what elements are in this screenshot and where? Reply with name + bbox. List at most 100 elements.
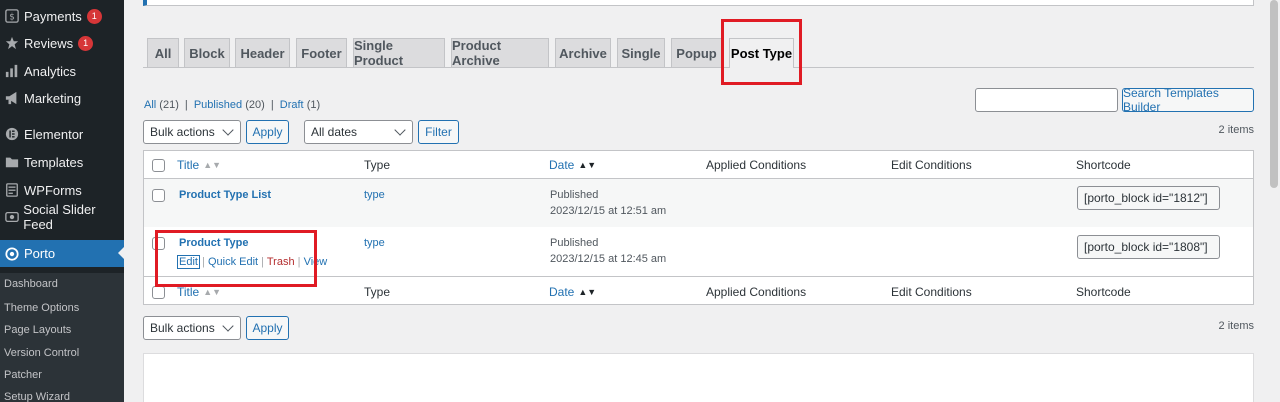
column-title-label: Title xyxy=(177,158,200,172)
submenu-item-setup-wizard[interactable]: Setup Wizard xyxy=(4,391,70,402)
sidebar-item-label: Porto xyxy=(24,246,56,261)
select-all-checkbox[interactable] xyxy=(152,159,165,172)
search-input[interactable] xyxy=(975,88,1118,112)
sidebar-item-label: Reviews xyxy=(24,35,74,51)
sidebar-item-label: WPForms xyxy=(24,182,82,198)
filter-all-count: (21) xyxy=(159,99,179,111)
bulk-actions-select[interactable]: Bulk actions xyxy=(143,120,241,144)
content-panel xyxy=(143,353,1254,402)
row-status: Published xyxy=(550,189,599,201)
apply-button-bottom[interactable]: Apply xyxy=(246,316,289,340)
sidebar-item-templates[interactable]: Templates xyxy=(0,149,124,175)
row-date: Published 2023/12/15 at 12:45 am xyxy=(550,235,666,267)
sidebar-item-elementor[interactable]: Elementor xyxy=(0,121,124,147)
filter-all-link[interactable]: All xyxy=(144,99,156,111)
bulk-actions-value: Bulk actions xyxy=(150,125,215,139)
column-date-label: Date xyxy=(549,158,575,172)
admin-sidebar: $ Payments 1 Reviews 1 Analytics Marketi… xyxy=(0,0,124,402)
sidebar-item-reviews[interactable]: Reviews 1 xyxy=(0,30,124,56)
column-type-footer: Type xyxy=(364,285,391,299)
filter-draft-link[interactable]: Draft xyxy=(280,99,304,111)
column-date-footer[interactable]: Date ▲▼ xyxy=(549,285,596,299)
dollar-icon: $ xyxy=(4,8,20,24)
tab-block[interactable]: Block xyxy=(184,38,230,67)
column-date-header[interactable]: Date ▲▼ xyxy=(549,158,596,172)
submenu-item-dashboard[interactable]: Dashboard xyxy=(4,278,58,290)
chevron-down-icon xyxy=(394,124,406,136)
highlight-box-row-actions xyxy=(155,230,317,287)
row-status: Published xyxy=(550,237,599,249)
column-edit-conditions-footer: Edit Conditions xyxy=(891,285,972,299)
sidebar-item-wpforms[interactable]: WPForms xyxy=(0,177,124,203)
submenu-item-theme-options[interactable]: Theme Options xyxy=(4,302,79,314)
tab-popup[interactable]: Popup xyxy=(671,38,722,67)
column-shortcode-header: Shortcode xyxy=(1076,158,1131,172)
row-checkbox[interactable] xyxy=(152,189,165,202)
porto-submenu: Dashboard Theme Options Page Layouts Ver… xyxy=(0,273,124,402)
sidebar-item-marketing[interactable]: Marketing xyxy=(0,85,124,111)
select-all-checkbox-footer[interactable] xyxy=(152,286,165,299)
sidebar-item-label: Payments xyxy=(24,8,82,24)
row-date-value: 2023/12/15 at 12:51 am xyxy=(550,205,667,217)
items-count-bottom: 2 items xyxy=(1218,320,1254,332)
column-title-footer[interactable]: Title ▲▼ xyxy=(177,285,221,299)
items-count: 2 items xyxy=(1218,124,1254,136)
page-scrollbar[interactable] xyxy=(1268,0,1280,402)
highlight-box-post-type-tab xyxy=(721,19,802,85)
bulk-actions-value: Bulk actions xyxy=(150,321,215,335)
bulk-actions-select-bottom[interactable]: Bulk actions xyxy=(143,316,241,340)
row-title-link[interactable]: Product Type List xyxy=(179,189,271,201)
column-shortcode-footer: Shortcode xyxy=(1076,285,1131,299)
dates-value: All dates xyxy=(311,125,358,139)
tab-all[interactable]: All xyxy=(147,38,179,67)
shortcode-field[interactable]: [porto_block id="1808"] xyxy=(1077,235,1220,259)
dates-select[interactable]: All dates xyxy=(304,120,413,144)
filter-published-link[interactable]: Published xyxy=(194,99,242,111)
sidebar-item-porto[interactable]: Porto xyxy=(0,240,124,267)
sidebar-item-payments[interactable]: $ Payments 1 xyxy=(0,3,124,29)
submenu-item-version-control[interactable]: Version Control xyxy=(4,347,79,359)
sidebar-item-analytics[interactable]: Analytics xyxy=(0,58,124,84)
submenu-item-page-layouts[interactable]: Page Layouts xyxy=(4,324,71,336)
column-title-label: Title xyxy=(177,285,200,299)
tab-single[interactable]: Single xyxy=(617,38,665,67)
sidebar-item-label: Elementor xyxy=(24,126,84,142)
column-title-header[interactable]: Title ▲▼ xyxy=(177,158,221,172)
elementor-icon xyxy=(4,126,20,142)
filter-draft-count: (1) xyxy=(306,99,321,111)
tab-product-archive[interactable]: Product Archive xyxy=(451,38,549,68)
tab-single-product[interactable]: Single Product xyxy=(353,38,445,68)
shortcode-field[interactable]: [porto_block id="1812"] xyxy=(1077,186,1220,210)
filter-separator: | xyxy=(184,99,188,111)
apply-button[interactable]: Apply xyxy=(246,120,289,144)
row-date: Published 2023/12/15 at 12:51 am xyxy=(550,187,666,219)
sidebar-item-label: Analytics xyxy=(24,63,77,79)
tab-archive[interactable]: Archive xyxy=(555,38,611,67)
row-type-link[interactable]: type xyxy=(364,237,385,249)
filter-button[interactable]: Filter xyxy=(418,120,459,144)
sort-icon: ▲▼ xyxy=(578,160,597,170)
tab-header[interactable]: Header xyxy=(235,38,290,67)
sort-icon: ▲▼ xyxy=(578,287,597,297)
row-date-value: 2023/12/15 at 12:45 am xyxy=(550,253,667,265)
porto-icon xyxy=(4,246,20,262)
scrollbar-thumb[interactable] xyxy=(1270,0,1278,188)
notification-badge: 1 xyxy=(78,35,94,51)
column-edit-conditions-header: Edit Conditions xyxy=(891,158,972,172)
notice-strip xyxy=(143,0,1254,6)
sort-icon: ▲▼ xyxy=(203,160,222,170)
submenu-item-patcher[interactable]: Patcher xyxy=(4,369,42,381)
search-templates-button[interactable]: Search Templates Builder xyxy=(1122,86,1254,114)
sidebar-item-social-slider-feed[interactable]: Social Slider Feed xyxy=(0,202,124,232)
row-type-link[interactable]: type xyxy=(364,189,385,201)
form-icon xyxy=(4,182,20,198)
chevron-down-icon xyxy=(222,320,234,332)
bar-chart-icon xyxy=(4,63,20,79)
folder-icon xyxy=(4,154,20,170)
filter-published-count: (20) xyxy=(245,99,265,111)
current-menu-arrow xyxy=(118,247,124,259)
star-icon xyxy=(4,35,20,51)
tab-footer[interactable]: Footer xyxy=(296,38,347,67)
sidebar-item-label: Marketing xyxy=(24,90,82,106)
filter-separator: | xyxy=(270,99,274,111)
